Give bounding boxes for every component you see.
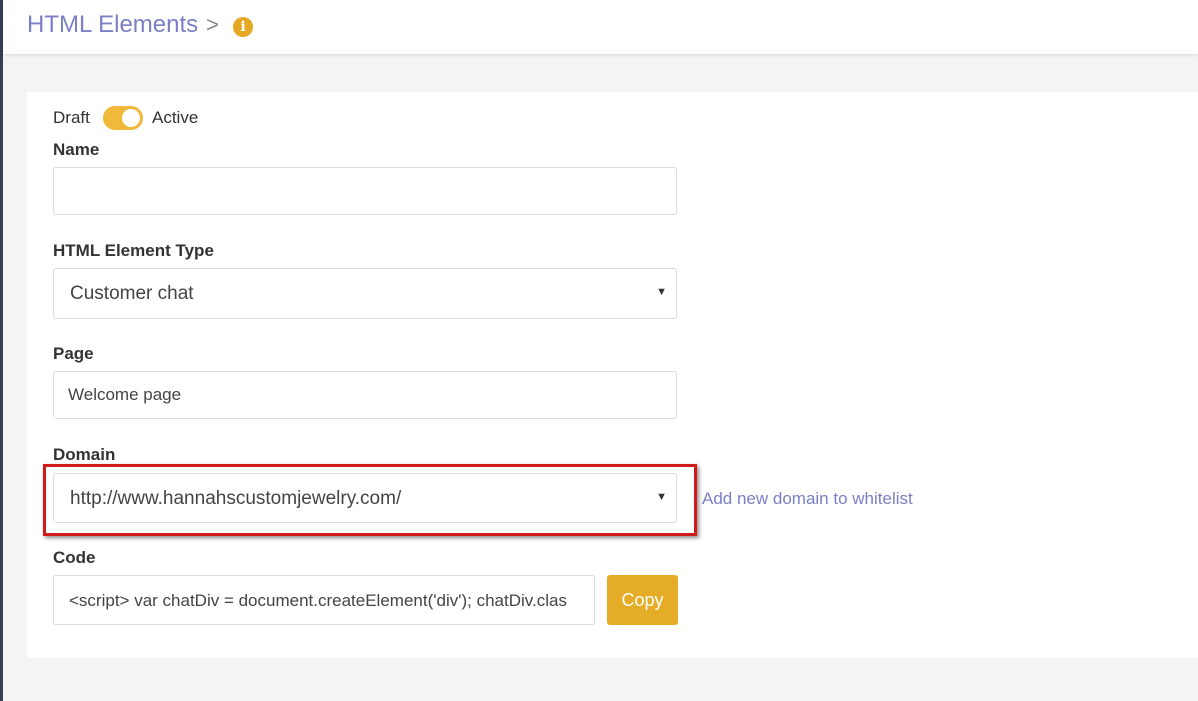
- copy-button[interactable]: Copy: [607, 575, 678, 625]
- page-label: Page: [53, 344, 94, 363]
- element-type-value: Customer chat: [70, 283, 194, 304]
- code-field[interactable]: <script> var chatDiv = document.createEl…: [53, 575, 595, 625]
- breadcrumb-title[interactable]: HTML Elements: [27, 11, 198, 39]
- code-value: <script> var chatDiv = document.createEl…: [69, 591, 567, 610]
- domain-label: Domain: [53, 445, 116, 464]
- status-toggle[interactable]: [103, 106, 143, 130]
- caret-down-icon: ▼: [656, 286, 667, 298]
- domain-highlight-annotation: [43, 464, 697, 536]
- page: HTML Elements > i Draft Active Name HTML…: [0, 0, 1198, 701]
- add-domain-whitelist-link[interactable]: Add new domain to whitelist: [702, 489, 913, 509]
- page-input[interactable]: [53, 371, 677, 419]
- code-label: Code: [53, 548, 96, 567]
- toggle-knob: [122, 109, 140, 127]
- draft-label: Draft: [53, 108, 90, 127]
- name-input[interactable]: [53, 167, 677, 215]
- element-type-select[interactable]: Customer chat ▼: [53, 268, 677, 319]
- active-label: Active: [152, 108, 199, 127]
- name-label: Name: [53, 140, 100, 159]
- breadcrumb-separator: >: [206, 12, 219, 37]
- info-icon[interactable]: i: [233, 17, 253, 37]
- element-type-label: HTML Element Type: [53, 241, 214, 260]
- top-bar: HTML Elements > i: [3, 0, 1198, 54]
- form-card: Draft Active Name HTML Element Type Cust…: [27, 92, 1198, 658]
